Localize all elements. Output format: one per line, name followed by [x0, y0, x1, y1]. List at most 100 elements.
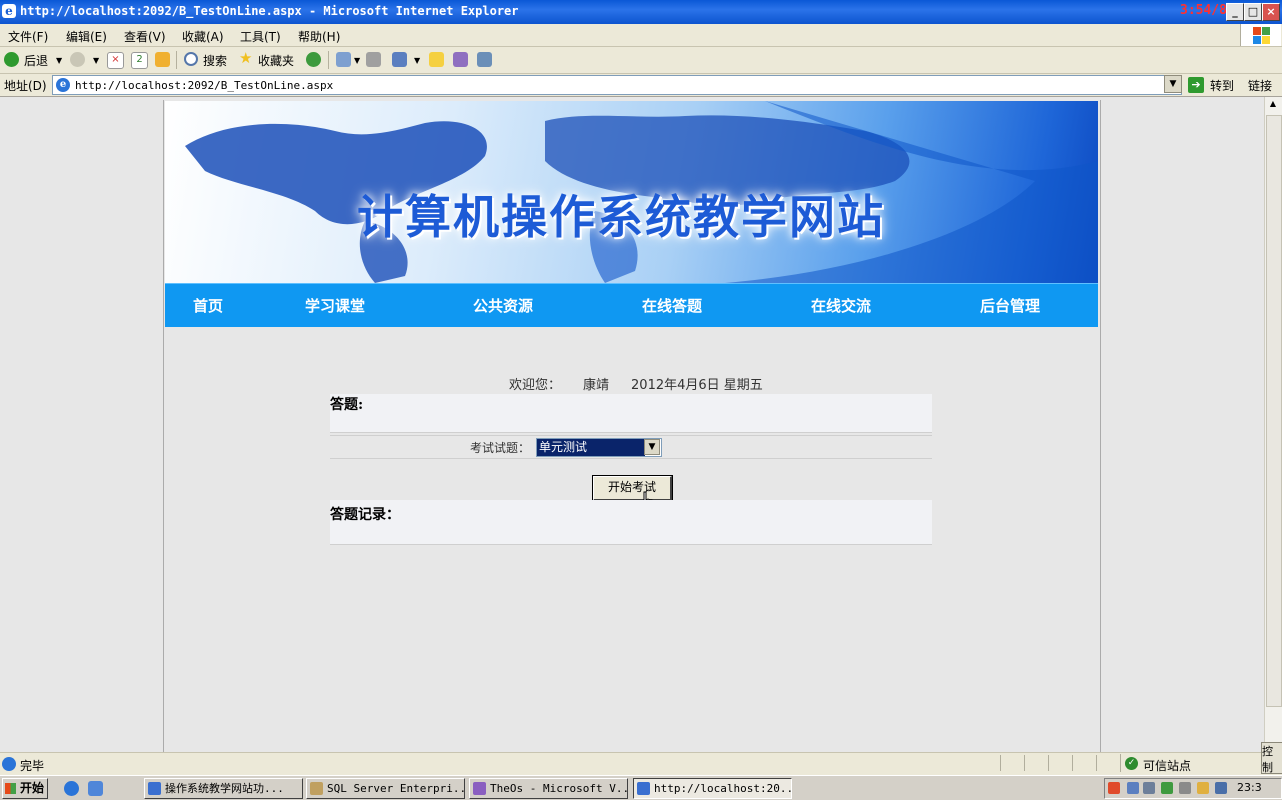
search-icon[interactable] [184, 52, 198, 66]
site-banner: 计算机操作系统教学网站 [165, 101, 1098, 283]
start-exam-button[interactable]: 开始考试 [592, 475, 673, 502]
status-text: 完毕 [20, 759, 45, 773]
menu-favorites[interactable]: 收藏(A) [182, 28, 224, 45]
chevron-down-icon[interactable]: ▼ [644, 439, 660, 455]
monitor-icon[interactable] [1143, 782, 1155, 794]
site-page: 计算机操作系统教学网站 首页 学习课堂 公共资源 在线答题 在线交流 后台管理 … [163, 100, 1101, 752]
window-title-bar: e http://localhost:2092/B_TestOnLine.asp… [0, 0, 1282, 24]
mail-dropdown-icon[interactable]: ▼ [354, 56, 360, 65]
site-nav: 首页 学习课堂 公共资源 在线答题 在线交流 后台管理 [165, 283, 1098, 327]
links-button[interactable]: 链接 [1248, 77, 1272, 94]
forward-dropdown-icon[interactable]: ▼ [93, 56, 99, 65]
task-sql-server[interactable]: SQL Server Enterpri... [306, 778, 465, 799]
menu-view[interactable]: 查看(V) [124, 28, 166, 45]
username: 康靖 [583, 378, 610, 393]
records-panel: 答题记录： [330, 500, 932, 545]
back-button[interactable]: 后退 [24, 52, 48, 69]
scroll-up-icon[interactable]: ▲ [1265, 99, 1281, 113]
scroll-thumb[interactable] [1266, 115, 1282, 707]
menu-edit[interactable]: 编辑(E) [66, 28, 107, 45]
check-icon: ✓ [1125, 757, 1138, 770]
toolbar-separator [328, 51, 329, 69]
address-input[interactable]: e http://localhost:2092/B_TestOnLine.asp… [52, 75, 1182, 95]
favorites-button[interactable]: 收藏夹 [258, 52, 294, 69]
control-side-tab[interactable]: 控制 [1261, 742, 1282, 774]
refresh-icon[interactable]: 2 [131, 52, 148, 69]
address-label: 地址(D) [4, 79, 47, 93]
back-icon[interactable] [4, 52, 19, 67]
answer-heading: 答题: [330, 397, 364, 413]
stop-icon[interactable]: × [107, 52, 124, 69]
visual-studio-icon [473, 782, 486, 795]
research-icon[interactable] [453, 52, 468, 67]
address-dropdown-icon[interactable]: ▼ [1164, 75, 1182, 93]
favorites-icon[interactable]: ★ [239, 49, 252, 67]
messenger-icon[interactable] [477, 52, 492, 67]
task-label: TheOs - Microsoft V... [490, 782, 628, 795]
go-arrow-icon[interactable]: ➔ [1188, 77, 1204, 93]
menu-tools[interactable]: 工具(T) [240, 28, 281, 45]
tray-app-icon[interactable] [1161, 782, 1173, 794]
taskbar: 开始 操作系统教学网站功... SQL Server Enterpri... T… [0, 775, 1282, 800]
menu-file[interactable]: 文件(F) [8, 28, 48, 45]
task-visual-studio[interactable]: TheOs - Microsoft V... [469, 778, 628, 799]
tray-clock: 23:3 [1237, 781, 1262, 794]
toolbar-separator [176, 51, 177, 69]
edit-dropdown-icon[interactable]: ▼ [414, 56, 420, 65]
zone-label: 可信站点 [1143, 759, 1192, 773]
address-url[interactable]: http://localhost:2092/B_TestOnLine.aspx [75, 79, 333, 92]
records-heading: 答题记录： [330, 507, 400, 523]
nav-home[interactable]: 首页 [193, 295, 223, 316]
status-pane [1000, 755, 1001, 771]
edit-icon[interactable] [392, 52, 407, 67]
exam-select-row: 考试试题： 单元测试 ▼ [330, 435, 932, 459]
home-icon[interactable] [155, 52, 170, 67]
tray-app-icon[interactable] [1197, 782, 1209, 794]
status-pane [1048, 755, 1049, 771]
page-icon: e [56, 78, 70, 92]
nav-online-quiz[interactable]: 在线答题 [642, 295, 702, 316]
nav-study[interactable]: 学习课堂 [305, 295, 365, 316]
nav-resources[interactable]: 公共资源 [473, 295, 533, 316]
welcome-line: 欢迎您： 康靖 2012年4月6日 星期五 [509, 374, 763, 393]
browser-viewport: 计算机操作系统教学网站 首页 学习课堂 公共资源 在线答题 在线交流 后台管理 … [0, 97, 1264, 752]
back-dropdown-icon[interactable]: ▼ [56, 56, 62, 65]
search-button[interactable]: 搜索 [203, 52, 227, 69]
start-button[interactable]: 开始 [2, 778, 48, 799]
volume-icon[interactable] [1179, 782, 1191, 794]
status-pane [1072, 755, 1073, 771]
tray-app-icon[interactable] [1215, 782, 1227, 794]
answer-panel: 答题: [330, 394, 932, 433]
ie-quicklaunch-icon[interactable] [64, 781, 79, 796]
media-icon[interactable] [306, 52, 321, 67]
page-done-icon [2, 757, 16, 771]
start-label: 开始 [20, 781, 45, 795]
task-ie[interactable]: http://localhost:20... [633, 778, 792, 799]
task-word[interactable]: 操作系统教学网站功... [144, 778, 303, 799]
close-button[interactable]: × [1262, 3, 1280, 21]
banner-title: 计算机操作系统教学网站 [357, 190, 885, 244]
sql-server-icon [310, 782, 323, 795]
minimize-button[interactable]: _ [1226, 3, 1244, 21]
vertical-scrollbar[interactable]: ▲ [1264, 97, 1282, 752]
go-button[interactable]: 转到 [1210, 77, 1234, 94]
status-pane [1024, 755, 1025, 771]
network-icon[interactable] [1127, 782, 1139, 794]
toolbar: 后退 ▼ ▼ × 2 搜索 ★ 收藏夹 ▼ ▼ [0, 47, 1282, 74]
exam-select[interactable]: 单元测试 ▼ [536, 438, 662, 457]
discuss-icon[interactable] [429, 52, 444, 67]
desktop-quicklaunch-icon[interactable] [88, 781, 103, 796]
exam-select-value[interactable]: 单元测试 [537, 439, 645, 456]
maximize-button[interactable]: □ [1244, 3, 1262, 21]
sogou-icon[interactable] [1108, 782, 1120, 794]
nav-admin[interactable]: 后台管理 [980, 295, 1040, 316]
nav-forum[interactable]: 在线交流 [811, 295, 871, 316]
task-label: 操作系统教学网站功... [165, 782, 284, 795]
welcome-prefix: 欢迎您： [509, 378, 562, 393]
mail-icon[interactable] [336, 52, 351, 67]
forward-icon[interactable] [70, 52, 85, 67]
current-date: 2012年4月6日 星期五 [631, 378, 763, 393]
print-icon[interactable] [366, 52, 381, 67]
windows-logo-icon [1240, 24, 1281, 46]
menu-help[interactable]: 帮助(H) [298, 28, 340, 45]
